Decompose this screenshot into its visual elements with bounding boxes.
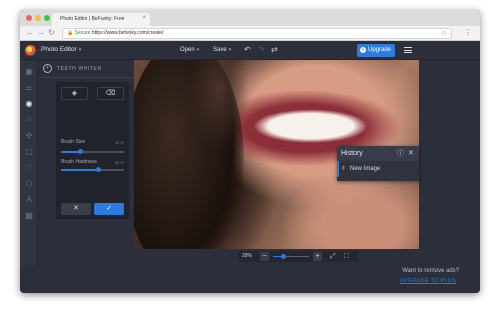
app-toolbar: Photo Editor ▾ Open ▾ Save ▾ ↶ ↷ ⇄ + Upgrade	[20, 41, 480, 60]
zoom-slider[interactable]	[273, 254, 309, 259]
panel-header: ‹ TEETH WHITEN	[38, 60, 134, 78]
checkmark-icon: ✓	[106, 205, 112, 212]
brush-hardness-slider[interactable]	[61, 167, 124, 172]
secure-label: Secure	[74, 30, 91, 36]
upgrade-button[interactable]: + Upgrade	[357, 44, 395, 57]
cancel-button[interactable]: ✕	[61, 203, 91, 215]
close-window-button[interactable]	[26, 15, 32, 21]
brush-hardness-value: 60 %	[114, 160, 124, 165]
brush-hardness-fill	[61, 169, 99, 171]
open-menu-label: Open	[180, 47, 195, 53]
bookmark-star-icon[interactable]: ☆	[441, 29, 447, 38]
reload-icon[interactable]: ↻	[48, 28, 55, 38]
brush-size-handle[interactable]	[78, 149, 84, 154]
lock-icon: 🔒	[67, 30, 74, 36]
paint-brush-tool-button[interactable]: ◈	[61, 87, 88, 100]
tab-bar: Photo Editor | BeFunky: Free ×	[20, 10, 480, 26]
zoom-in-button[interactable]: +	[313, 252, 322, 261]
plus-circle-icon: +	[360, 47, 366, 53]
history-header: History ⓘ ✕	[337, 146, 419, 161]
history-item-label: New Image	[350, 166, 381, 172]
history-item[interactable]: ▮ New Image	[337, 161, 419, 177]
hamburger-menu-icon[interactable]	[404, 47, 412, 53]
zoom-bar: 28% − + ⤢ ⛶	[238, 251, 358, 262]
browser-window: Photo Editor | BeFunky: Free × ← → ↻ 🔒 S…	[20, 10, 480, 293]
touch-up-icon[interactable]: ◉	[24, 99, 34, 109]
overlays-icon[interactable]: ♡	[24, 163, 34, 173]
back-icon[interactable]: ←	[26, 28, 34, 38]
artsy-icon[interactable]: ✣	[24, 131, 34, 141]
zoom-out-button[interactable]: −	[260, 252, 269, 261]
back-arrow-icon[interactable]: ‹	[43, 64, 52, 73]
image-icon: ▮	[342, 165, 345, 171]
tab-title: Photo Editor | BeFunky: Free	[60, 16, 125, 22]
zoom-slider-handle[interactable]	[280, 254, 286, 259]
save-menu-label: Save	[213, 47, 227, 53]
tab-close-icon[interactable]: ×	[142, 15, 146, 21]
teeth-whiten-panel: ‹ TEETH WHITEN ◈ ⌫ Brush Size 31 % Brush…	[38, 60, 134, 265]
adjust-icon[interactable]: ⚌	[24, 83, 34, 93]
chevron-down-icon: ▾	[196, 47, 200, 53]
brush-settings-card: ◈ ⌫ Brush Size 31 % Brush Hardness 60 % …	[56, 82, 129, 219]
maximize-window-button[interactable]	[44, 15, 50, 21]
brush-size-value: 31 %	[114, 140, 124, 145]
image-icon[interactable]: ▣	[24, 67, 34, 77]
remove-ads-text: Want to remove ads?	[402, 268, 459, 274]
brush-size-slider[interactable]	[61, 149, 124, 154]
panel-title: TEETH WHITEN	[57, 66, 102, 72]
undo-icon[interactable]: ↶	[244, 45, 251, 55]
app-title: Photo Editor	[41, 46, 77, 53]
minimize-window-button[interactable]	[35, 15, 41, 21]
close-icon: ✕	[73, 205, 79, 212]
fit-screen-icon[interactable]: ⤢	[330, 252, 336, 261]
history-title: History	[341, 150, 363, 157]
eraser-tool-button[interactable]: ⌫	[97, 87, 124, 100]
brush-hardness-label: Brush Hardness	[61, 159, 97, 165]
browser-tab[interactable]: Photo Editor | BeFunky: Free ×	[52, 13, 150, 26]
brush-cursor	[307, 114, 327, 134]
apply-button[interactable]: ✓	[94, 203, 124, 215]
frames-icon[interactable]: ▢	[24, 147, 34, 157]
history-panel: History ⓘ ✕ ▮ New Image	[337, 146, 419, 181]
save-menu[interactable]: Save ▾	[213, 47, 231, 53]
address-bar: ← → ↻ 🔒 Secure https://www.befunky.com/c…	[20, 26, 480, 41]
url-field[interactable]: 🔒 Secure https://www.befunky.com/create/…	[62, 28, 452, 39]
upgrade-label: Upgrade	[368, 47, 392, 53]
ad-footer: Want to remove ads? UPGRADE TO PLUS	[20, 265, 480, 293]
app-title-dropdown[interactable]: Photo Editor ▾	[41, 46, 81, 53]
graphics-icon[interactable]: ⬡	[24, 179, 34, 189]
help-icon[interactable]: ⓘ	[397, 149, 404, 158]
browser-menu-icon[interactable]: ⋮	[464, 28, 472, 38]
redo-icon[interactable]: ↷	[258, 45, 265, 55]
compare-icon[interactable]: ⇄	[271, 45, 278, 55]
url-text: https://www.befunky.com/create/	[91, 30, 164, 36]
brush-size-label: Brush Size	[61, 139, 86, 145]
text-icon[interactable]: A	[24, 195, 34, 205]
textures-icon[interactable]: ▦	[24, 211, 34, 221]
zoom-level: 28%	[242, 253, 253, 259]
open-menu[interactable]: Open ▾	[180, 47, 199, 53]
chevron-down-icon: ▾	[228, 47, 232, 53]
effects-icon[interactable]: ☆	[24, 115, 34, 125]
upgrade-to-plus-link[interactable]: UPGRADE TO PLUS	[399, 278, 456, 284]
befunky-logo	[25, 45, 36, 56]
close-icon[interactable]: ✕	[408, 149, 414, 158]
brush-hardness-handle[interactable]	[96, 167, 102, 172]
fullscreen-icon[interactable]: ⛶	[344, 252, 349, 261]
chevron-down-icon: ▾	[78, 47, 82, 53]
tool-sidebar: ▣ ⚌ ◉ ☆ ✣ ▢ ♡ ⬡ A ▦	[20, 60, 38, 265]
forward-icon[interactable]: →	[37, 28, 45, 38]
